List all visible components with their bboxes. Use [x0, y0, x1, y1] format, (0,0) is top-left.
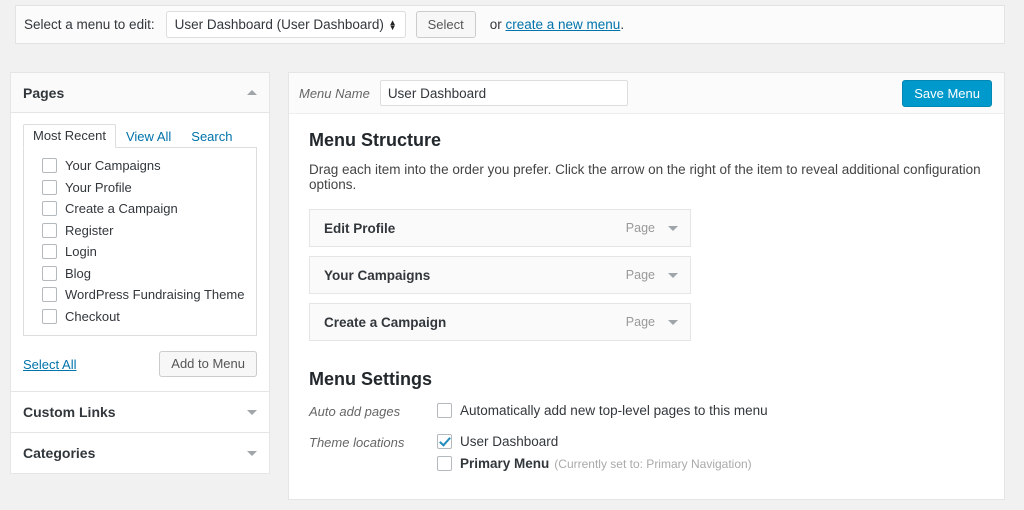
auto-add-pages-label: Auto add pages [309, 404, 401, 419]
list-item[interactable]: Login [34, 241, 246, 263]
theme-location-note-primary-menu: (Currently set to: Primary Navigation) [554, 456, 752, 471]
menu-item-type: Page [625, 221, 655, 235]
accordion-body-pages: Most Recent View All Search Your Campaig… [11, 113, 269, 391]
sidebar: Pages Most Recent View All Search Your C… [10, 72, 270, 474]
menu-item-type: Page [625, 268, 655, 282]
save-menu-button[interactable]: Save Menu [902, 79, 992, 107]
accordion-title-pages: Pages [23, 84, 65, 101]
chevron-updown-icon: ▲ ▼ [388, 17, 397, 32]
auto-add-pages-options: Automatically add new top-level pages to… [437, 403, 768, 425]
theme-location-checkbox-primary-menu[interactable] [437, 456, 452, 471]
theme-location-option[interactable]: Primary Menu (Currently set to: Primary … [437, 456, 752, 471]
list-item[interactable]: Blog [34, 263, 246, 285]
menu-name-label: Menu Name [299, 85, 370, 101]
theme-location-label-primary-menu: Primary Menu [460, 456, 550, 471]
accordion-categories: Categories [10, 433, 270, 474]
pages-tabs: Most Recent View All Search [23, 123, 257, 148]
accordion-header-pages[interactable]: Pages [11, 73, 269, 113]
triangle-down-icon[interactable] [668, 225, 678, 231]
theme-locations-options: User Dashboard Primary Menu (Currently s… [437, 434, 752, 478]
theme-location-label-user-dashboard: User Dashboard [460, 434, 559, 449]
select-menu-label: Select a menu to edit: [24, 17, 155, 32]
period-text: . [620, 17, 625, 32]
add-to-menu-button[interactable]: Add to Menu [159, 351, 257, 377]
page-checkbox[interactable] [42, 265, 57, 281]
accordion-custom-links: Custom Links [10, 392, 270, 433]
triangle-down-icon[interactable] [668, 272, 678, 278]
accordion-header-custom-links[interactable]: Custom Links [11, 392, 269, 432]
page-checkbox[interactable] [42, 158, 57, 174]
menu-editor-panel: Menu Name Save Menu Menu Structure Drag … [288, 72, 1005, 500]
page-checkbox[interactable] [42, 222, 57, 238]
accordion-title-categories: Categories [23, 445, 96, 461]
auto-add-pages-checkbox[interactable] [437, 403, 452, 418]
or-label: or [489, 17, 502, 32]
menu-structure-heading: Menu Structure [309, 130, 442, 150]
list-item[interactable]: Your Profile [34, 177, 246, 199]
pages-checkbox-list: Your Campaigns Your Profile Create a Cam… [23, 147, 257, 336]
list-item-label: Login [65, 244, 97, 260]
tab-search[interactable]: Search [181, 125, 242, 148]
triangle-down-icon[interactable] [247, 450, 257, 456]
list-item[interactable]: Checkout [34, 306, 246, 328]
accordion-pages: Pages Most Recent View All Search Your C… [10, 72, 270, 392]
list-item-label: Create a Campaign [65, 201, 178, 217]
menu-settings-heading: Menu Settings [309, 369, 433, 389]
list-item-label: Your Campaigns [65, 158, 161, 174]
menu-structure-description: Drag each item into the order you prefer… [309, 162, 981, 192]
menu-select-dropdown[interactable]: User Dashboard (User Dashboard) ▲ ▼ [165, 11, 406, 38]
menu-item-type: Page [625, 315, 655, 329]
menu-select-bar: Select a menu to edit: User Dashboard (U… [15, 5, 1005, 44]
theme-location-option[interactable]: User Dashboard [437, 434, 752, 449]
menu-item-title: Your Campaigns [324, 267, 431, 283]
list-item[interactable]: Register [34, 220, 246, 242]
menu-items-list: Edit Profile Page Your Campaigns Page Cr… [309, 209, 691, 341]
menu-item-row[interactable]: Create a Campaign Page [309, 303, 691, 341]
page-checkbox[interactable] [42, 287, 57, 303]
create-new-menu-link[interactable]: create a new menu [506, 17, 621, 32]
triangle-up-icon[interactable] [247, 90, 257, 95]
setting-theme-locations: Theme locations User Dashboard Primary M… [309, 434, 984, 478]
select-menu-button[interactable]: Select [415, 11, 476, 38]
menu-name-row: Menu Name Save Menu [289, 73, 1004, 114]
list-item-label: Register [65, 222, 114, 238]
menu-item-title: Create a Campaign [324, 314, 447, 330]
accordion-header-categories[interactable]: Categories [11, 433, 269, 473]
menu-item-row[interactable]: Edit Profile Page [309, 209, 691, 247]
list-item-label: Checkout [65, 308, 120, 324]
menu-item-row[interactable]: Your Campaigns Page [309, 256, 691, 294]
page-checkbox[interactable] [42, 244, 57, 260]
setting-auto-add-pages: Auto add pages Automatically add new top… [309, 403, 984, 425]
select-all-link[interactable]: Select All [23, 357, 76, 372]
menu-select-value: User Dashboard (User Dashboard) [174, 17, 384, 32]
accordion-title-custom-links: Custom Links [23, 404, 116, 420]
list-item[interactable]: WordPress Fundraising Theme [34, 284, 246, 306]
menu-item-title: Edit Profile [324, 220, 396, 236]
list-item[interactable]: Your Campaigns [34, 155, 246, 177]
list-item-label: Blog [65, 265, 92, 281]
list-item-label: Your Profile [65, 179, 132, 195]
or-text-group: or create a new menu. [490, 17, 624, 32]
menu-name-input[interactable] [379, 80, 628, 106]
triangle-down-icon[interactable] [668, 319, 678, 325]
tab-view-all[interactable]: View All [116, 125, 181, 148]
tab-most-recent[interactable]: Most Recent [23, 124, 116, 148]
list-item[interactable]: Create a Campaign [34, 198, 246, 220]
auto-add-pages-option-label: Automatically add new top-level pages to… [460, 403, 768, 418]
theme-locations-label: Theme locations [309, 435, 405, 450]
list-item-label: WordPress Fundraising Theme [65, 287, 245, 303]
auto-add-pages-option[interactable]: Automatically add new top-level pages to… [437, 403, 768, 418]
page-checkbox[interactable] [42, 179, 57, 195]
pages-list-footer: Select All Add to Menu [23, 351, 257, 379]
page-checkbox[interactable] [42, 308, 57, 324]
page-checkbox[interactable] [42, 201, 57, 217]
menu-editor-body: Menu Structure Drag each item into the o… [289, 114, 1004, 478]
triangle-down-icon[interactable] [247, 409, 257, 415]
theme-location-checkbox-user-dashboard[interactable] [437, 434, 452, 449]
